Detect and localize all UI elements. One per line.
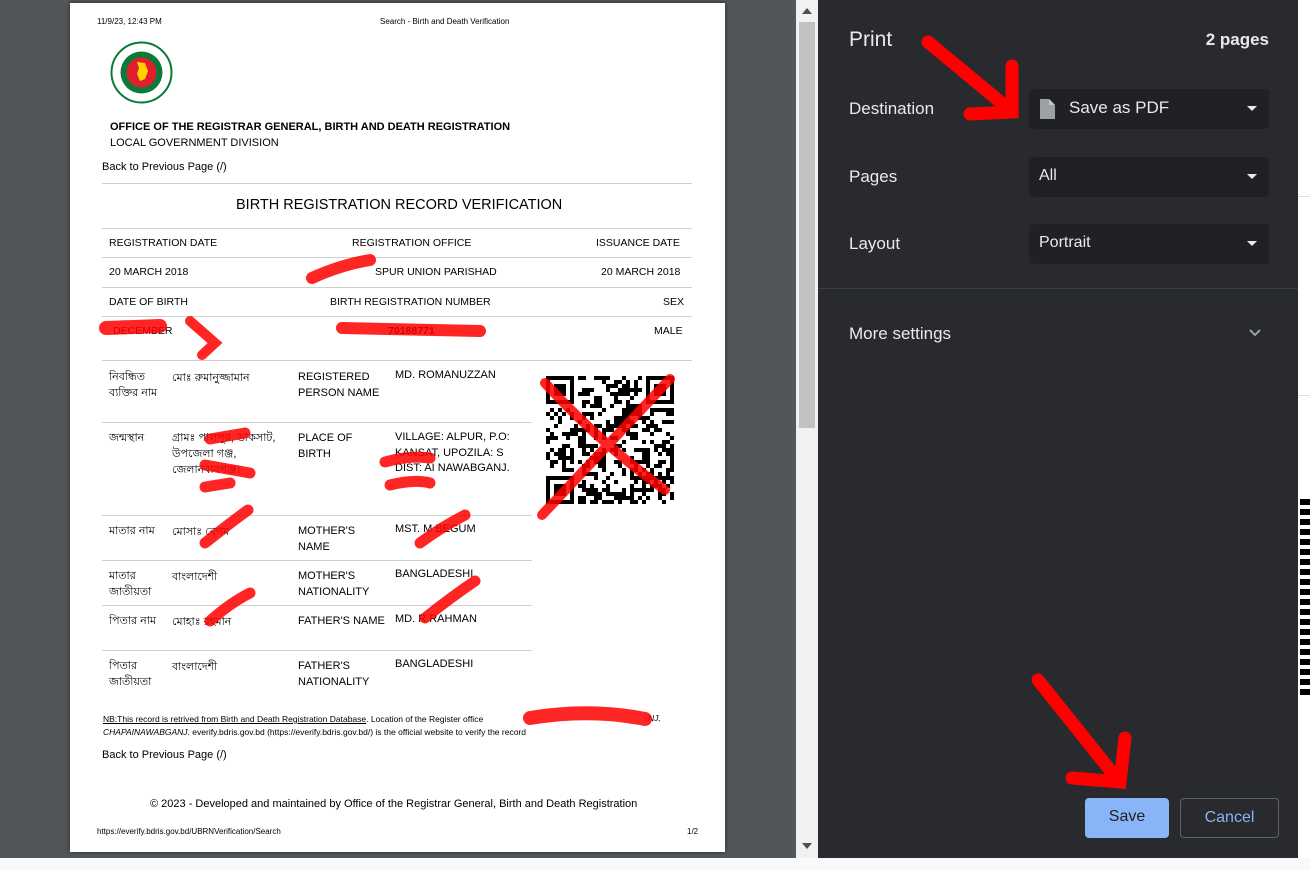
- annotation-arrows: [921, 35, 1132, 790]
